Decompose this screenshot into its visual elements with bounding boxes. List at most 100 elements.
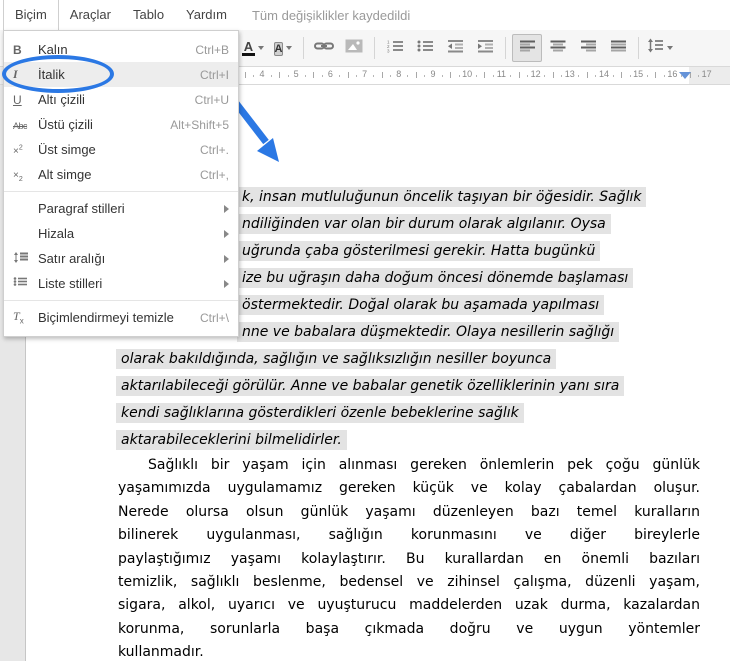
dropdown-caret-icon[interactable] bbox=[258, 46, 264, 50]
ruler-tick bbox=[646, 75, 648, 77]
selected-text-line: nne ve babalara düşmektedir. Olaya nesil… bbox=[237, 322, 620, 342]
menu-item-üstü-çizili[interactable]: Abc Üstü çizili Alt+Shift+5 bbox=[4, 112, 238, 137]
menu-divider bbox=[4, 191, 238, 192]
ruler-number: 16 bbox=[667, 69, 678, 79]
ruler-tick bbox=[527, 75, 529, 77]
ruler-number: 5 bbox=[293, 69, 299, 79]
clear-formatting-icon: Tx bbox=[13, 309, 24, 326]
ruler-tick bbox=[509, 75, 511, 77]
body-text-line: bilinerek uygulanması, sağlığın korunmas… bbox=[118, 527, 700, 544]
align-center-icon bbox=[550, 39, 567, 58]
menu-divider bbox=[4, 300, 238, 301]
menubar-item-tablo[interactable]: Tablo bbox=[122, 0, 175, 30]
menubar-item-aralar[interactable]: Araçlar bbox=[59, 0, 122, 30]
body-text-line: korunma, sorunlarla başa çıkmada doğru v… bbox=[118, 620, 700, 637]
ruler-number: 12 bbox=[530, 69, 541, 79]
highlight-color-button[interactable]: A bbox=[269, 35, 297, 61]
menu-item-hizala[interactable]: Hizala bbox=[4, 221, 238, 246]
toolbar-separator bbox=[374, 37, 375, 59]
bold-icon: B bbox=[13, 42, 22, 57]
ruler-tick bbox=[544, 75, 546, 77]
ruler-tick bbox=[663, 75, 665, 77]
ruler-tick bbox=[586, 72, 588, 78]
ruler-tick bbox=[253, 75, 255, 77]
increase-indent-button[interactable] bbox=[471, 35, 499, 61]
annotation-circle-icon bbox=[2, 55, 114, 93]
ruler-tick bbox=[561, 75, 563, 77]
menu-item-shortcut: Alt+Shift+5 bbox=[170, 117, 229, 132]
dropdown-caret-icon[interactable] bbox=[667, 46, 673, 50]
ruler-tick bbox=[373, 75, 375, 77]
svg-text:3: 3 bbox=[387, 48, 390, 53]
ruler-number: 6 bbox=[327, 69, 333, 79]
insert-image-button[interactable] bbox=[340, 35, 368, 61]
menu-item-label: Üstü çizili bbox=[38, 117, 93, 132]
selected-text-line: ndiliğinden var olan bir durum olarak al… bbox=[237, 214, 611, 234]
align-center-button[interactable] bbox=[544, 35, 572, 61]
ruler-tick bbox=[287, 75, 289, 77]
body-text-line: yaşamımızda uygulamamız gereken küçük ve… bbox=[118, 480, 700, 497]
bulleted-list-button[interactable] bbox=[411, 35, 439, 61]
indent-icon bbox=[477, 39, 494, 58]
dropdown-caret-icon[interactable] bbox=[286, 46, 293, 50]
list-styles-icon bbox=[13, 276, 38, 292]
menu-item-shortcut: Ctrl+I bbox=[199, 67, 229, 82]
ruler-tick bbox=[552, 72, 554, 78]
text-color-icon: A bbox=[242, 38, 255, 56]
ruler-number: 17 bbox=[701, 69, 712, 79]
ruler-tick bbox=[347, 72, 349, 78]
ruler-tick bbox=[356, 75, 358, 77]
ruler-number: 8 bbox=[396, 69, 402, 79]
ruler-tick bbox=[621, 72, 623, 78]
decrease-indent-button[interactable] bbox=[441, 35, 469, 61]
menu-item-alt-simge[interactable]: ×2 Alt simge Ctrl+, bbox=[4, 162, 238, 187]
insert-link-button[interactable] bbox=[310, 35, 338, 61]
toolbar-separator bbox=[505, 37, 506, 59]
menu-item-shortcut: Ctrl+B bbox=[195, 42, 229, 57]
selected-text-line: östermektedir. Doğal olarak bu aşamada y… bbox=[237, 295, 605, 315]
menu-item-biçimlendirmeyi-temizle[interactable]: Tx Biçimlendirmeyi temizle Ctrl+\ bbox=[4, 305, 238, 330]
ruler-number: 15 bbox=[633, 69, 644, 79]
ruler-tick bbox=[279, 72, 281, 78]
selected-text: k, insan mutluluğunun öncelik taşıyan bi… bbox=[237, 187, 647, 207]
numbered-list-icon: 123 bbox=[387, 39, 404, 58]
ruler-tick bbox=[484, 72, 486, 78]
underline-icon: U bbox=[13, 92, 22, 107]
menu-item-satır-aralığı[interactable]: Satır aralığı bbox=[4, 246, 238, 271]
selected-text: aktarılabileceği görülür. Anne ve babala… bbox=[116, 376, 625, 396]
numbered-list-button[interactable]: 123 bbox=[381, 35, 409, 61]
align-right-button[interactable] bbox=[574, 35, 602, 61]
selected-text: ize bu uğraşın daha doğum öncesi dönemde… bbox=[237, 268, 634, 288]
menu-item-üst-simge[interactable]: ×2 Üst simge Ctrl+. bbox=[4, 137, 238, 162]
submenu-arrow-icon bbox=[224, 279, 229, 288]
menubar-item-yardm[interactable]: Yardım bbox=[175, 0, 238, 30]
ruler-tick bbox=[698, 75, 700, 77]
ruler-number: 11 bbox=[496, 69, 507, 79]
ruler-tick bbox=[450, 72, 452, 78]
strikethrough-icon: Abc bbox=[13, 120, 28, 131]
submenu-arrow-icon bbox=[224, 229, 229, 238]
selected-text-line: uğrunda çaba gösterilmesi gerekir. Hatta… bbox=[237, 241, 601, 261]
menu-item-paragraf-stilleri[interactable]: Paragraf stilleri bbox=[4, 196, 238, 221]
menu-item-shortcut: Ctrl+\ bbox=[199, 310, 229, 325]
ruler-number: 14 bbox=[598, 69, 610, 79]
line-spacing-button[interactable] bbox=[645, 35, 675, 61]
text-color-button[interactable]: A bbox=[239, 35, 267, 61]
ruler-tick bbox=[655, 72, 657, 78]
menubar-item-biim[interactable]: Biçim bbox=[3, 0, 59, 31]
superscript-icon: ×2 bbox=[13, 144, 23, 157]
menu-item-liste-stilleri[interactable]: Liste stilleri bbox=[4, 271, 238, 296]
toolbar-separator bbox=[638, 37, 639, 59]
align-left-button[interactable] bbox=[512, 34, 542, 62]
menu-item-label: Biçimlendirmeyi temizle bbox=[38, 310, 174, 325]
menubar: Biçim Araçlar Tablo Yardım Tüm değişiklikle… bbox=[0, 0, 730, 31]
selected-text: kendi sağlıklarına gösterdikleri özenle … bbox=[116, 403, 524, 423]
ruler-tick bbox=[441, 75, 443, 77]
align-justify-button[interactable] bbox=[604, 35, 632, 61]
menu-item-label: Satır aralığı bbox=[38, 251, 106, 266]
ruler-tick bbox=[390, 75, 392, 77]
right-indent-marker[interactable] bbox=[679, 72, 691, 79]
menu-item-label: Üst simge bbox=[38, 142, 96, 157]
ruler-tick bbox=[629, 75, 631, 77]
ruler-number: 7 bbox=[362, 69, 368, 79]
